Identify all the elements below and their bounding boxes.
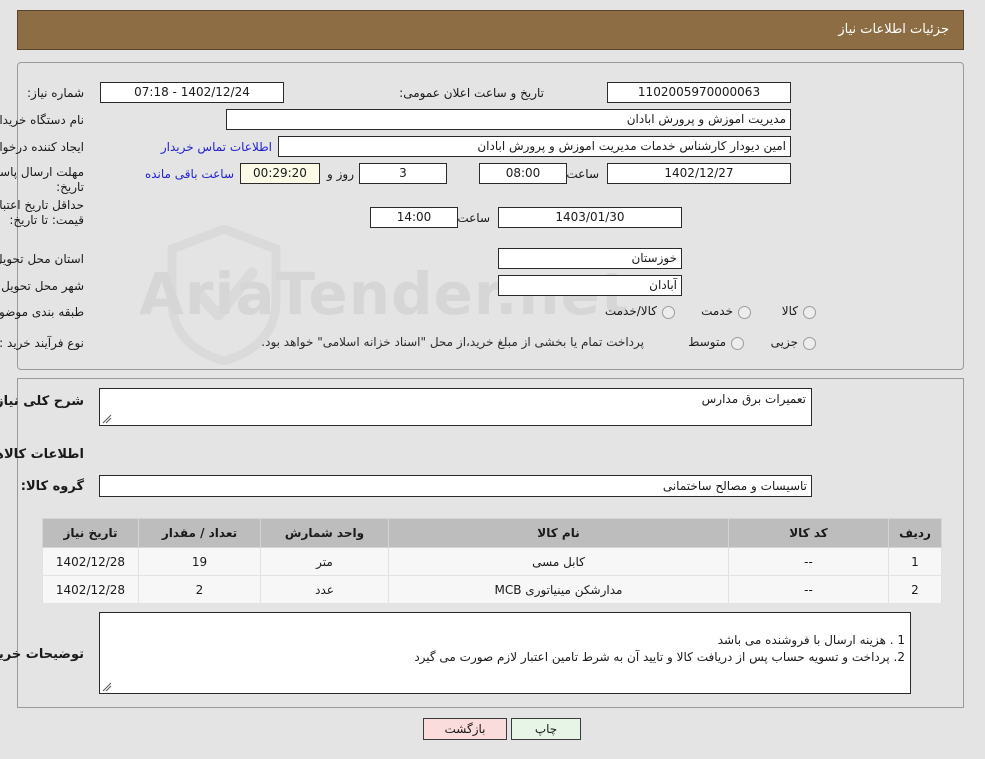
public-announce-value: 1402/12/24 - 07:18 — [101, 82, 285, 103]
city-label: شهر محل تحویل: — [0, 279, 85, 293]
print-button[interactable]: چاپ — [512, 718, 582, 740]
general-desc-value: تعمیرات برق مدارس — [702, 392, 807, 406]
price-validity-date-value: 1403/01/30 — [499, 207, 683, 228]
goods-group-label: گروه کالا: — [21, 479, 85, 494]
city-value: آبادان — [499, 275, 683, 296]
col-unit: واحد شمارش — [261, 518, 390, 548]
general-desc-textarea[interactable]: تعمیرات برق مدارس — [100, 388, 813, 426]
buyer-org-label: نام دستگاه خریدار: — [0, 113, 85, 127]
buyer-contact-link[interactable]: اطلاعات تماس خریدار — [162, 140, 273, 154]
buyer-org-value: مدیریت اموزش و پرورش ابادان — [227, 109, 792, 130]
cell-unit: متر — [261, 547, 390, 576]
countdown-timer: 00:29:20 — [241, 163, 321, 184]
back-button[interactable]: بازگشت — [424, 718, 508, 740]
cell-code: -- — [729, 575, 890, 604]
cell-name: کابل مسی — [389, 547, 730, 576]
col-name: نام کالا — [389, 518, 730, 548]
process-option-1-label: متوسط — [689, 335, 727, 349]
radio-process-motavaset[interactable] — [732, 337, 745, 350]
price-validity-hour-label: ساعت — [458, 211, 491, 225]
page-title: جزئیات اطلاعات نیاز — [839, 22, 950, 37]
public-announce-label: تاریخ و ساعت اعلان عمومی: — [400, 86, 545, 100]
category-option-2-label: کالا/خدمت — [605, 304, 658, 318]
province-label: استان محل تحویل: — [0, 252, 85, 266]
requester-value: امین دیودار کارشناس خدمات مدیریت اموزش و… — [279, 136, 792, 157]
process-label: نوع فرآیند خرید : — [0, 336, 85, 350]
col-code: کد کالا — [729, 518, 890, 548]
province-value: خوزستان — [499, 248, 683, 269]
col-radif: ردیف — [889, 518, 943, 548]
col-qty: تعداد / مقدار — [139, 518, 262, 548]
need-number-value: 1102005970000063 — [608, 82, 792, 103]
page-header: جزئیات اطلاعات نیاز — [18, 10, 965, 50]
cell-qty: 19 — [139, 547, 262, 576]
cell-code: -- — [729, 547, 890, 576]
general-desc-label: شرح کلی نیاز: — [0, 394, 85, 409]
col-need-date: تاریخ نیاز — [43, 518, 140, 548]
countdown-suffix-label: ساعت باقی مانده — [145, 167, 235, 181]
table-row: 2 -- مدارشکن مینیاتوری MCB عدد 2 1402/12… — [43, 575, 943, 604]
cell-unit: عدد — [261, 575, 390, 604]
cell-need-date: 1402/12/28 — [43, 547, 140, 576]
table-header-row: ردیف کد کالا نام کالا واحد شمارش تعداد /… — [43, 518, 943, 548]
price-validity-time-value: 14:00 — [371, 207, 459, 228]
deadline-date-value: 1402/12/27 — [608, 163, 792, 184]
goods-table: ردیف کد کالا نام کالا واحد شمارش تعداد /… — [43, 518, 943, 604]
deadline-time-value: 08:00 — [480, 163, 568, 184]
goods-info-heading: اطلاعات کالاهای مورد نیاز — [0, 447, 85, 462]
cell-radif: 2 — [889, 575, 943, 604]
process-option-0-label: جزیی — [771, 335, 799, 349]
requester-label: ایجاد کننده درخواست: — [0, 140, 85, 154]
need-number-label: شماره نیاز: — [28, 86, 85, 100]
cell-radif: 1 — [889, 547, 943, 576]
radio-category-kala-khadamat[interactable] — [663, 306, 676, 319]
goods-group-value: تاسیسات و مصالح ساختمانی — [100, 475, 813, 497]
days-remaining-value: 3 — [360, 163, 448, 184]
treasury-note: پرداخت تمام یا بخشی از مبلغ خرید،از محل … — [262, 335, 645, 349]
deadline-label: مهلت ارسال پاسخ: تا تاریخ: — [0, 165, 85, 194]
buyer-notes-value: 1 . هزینه ارسال با فروشنده می باشد 2. پر… — [415, 633, 906, 664]
category-label: طبقه بندی موضوعی: — [0, 305, 85, 319]
buyer-notes-textarea[interactable]: 1 . هزینه ارسال با فروشنده می باشد 2. پر… — [100, 612, 912, 694]
category-option-1-label: خدمت — [702, 304, 734, 318]
table-row: 1 -- کابل مسی متر 19 1402/12/28 — [43, 547, 943, 576]
radio-category-kala[interactable] — [804, 306, 817, 319]
cell-qty: 2 — [139, 575, 262, 604]
radio-process-jozei[interactable] — [804, 337, 817, 350]
radio-category-khadamat[interactable] — [739, 306, 752, 319]
cell-need-date: 1402/12/28 — [43, 575, 140, 604]
deadline-hour-label: ساعت — [567, 167, 600, 181]
buyer-notes-label: توضیحات خریدار: — [0, 647, 85, 662]
resize-grip-icon[interactable] — [103, 682, 113, 692]
resize-grip-icon[interactable] — [103, 414, 113, 424]
category-option-0-label: کالا — [782, 304, 799, 318]
price-validity-label: حداقل تاریخ اعتبار قیمت: تا تاریخ: — [0, 198, 85, 227]
cell-name: مدارشکن مینیاتوری MCB — [389, 575, 730, 604]
days-word-label: روز و — [328, 167, 355, 181]
